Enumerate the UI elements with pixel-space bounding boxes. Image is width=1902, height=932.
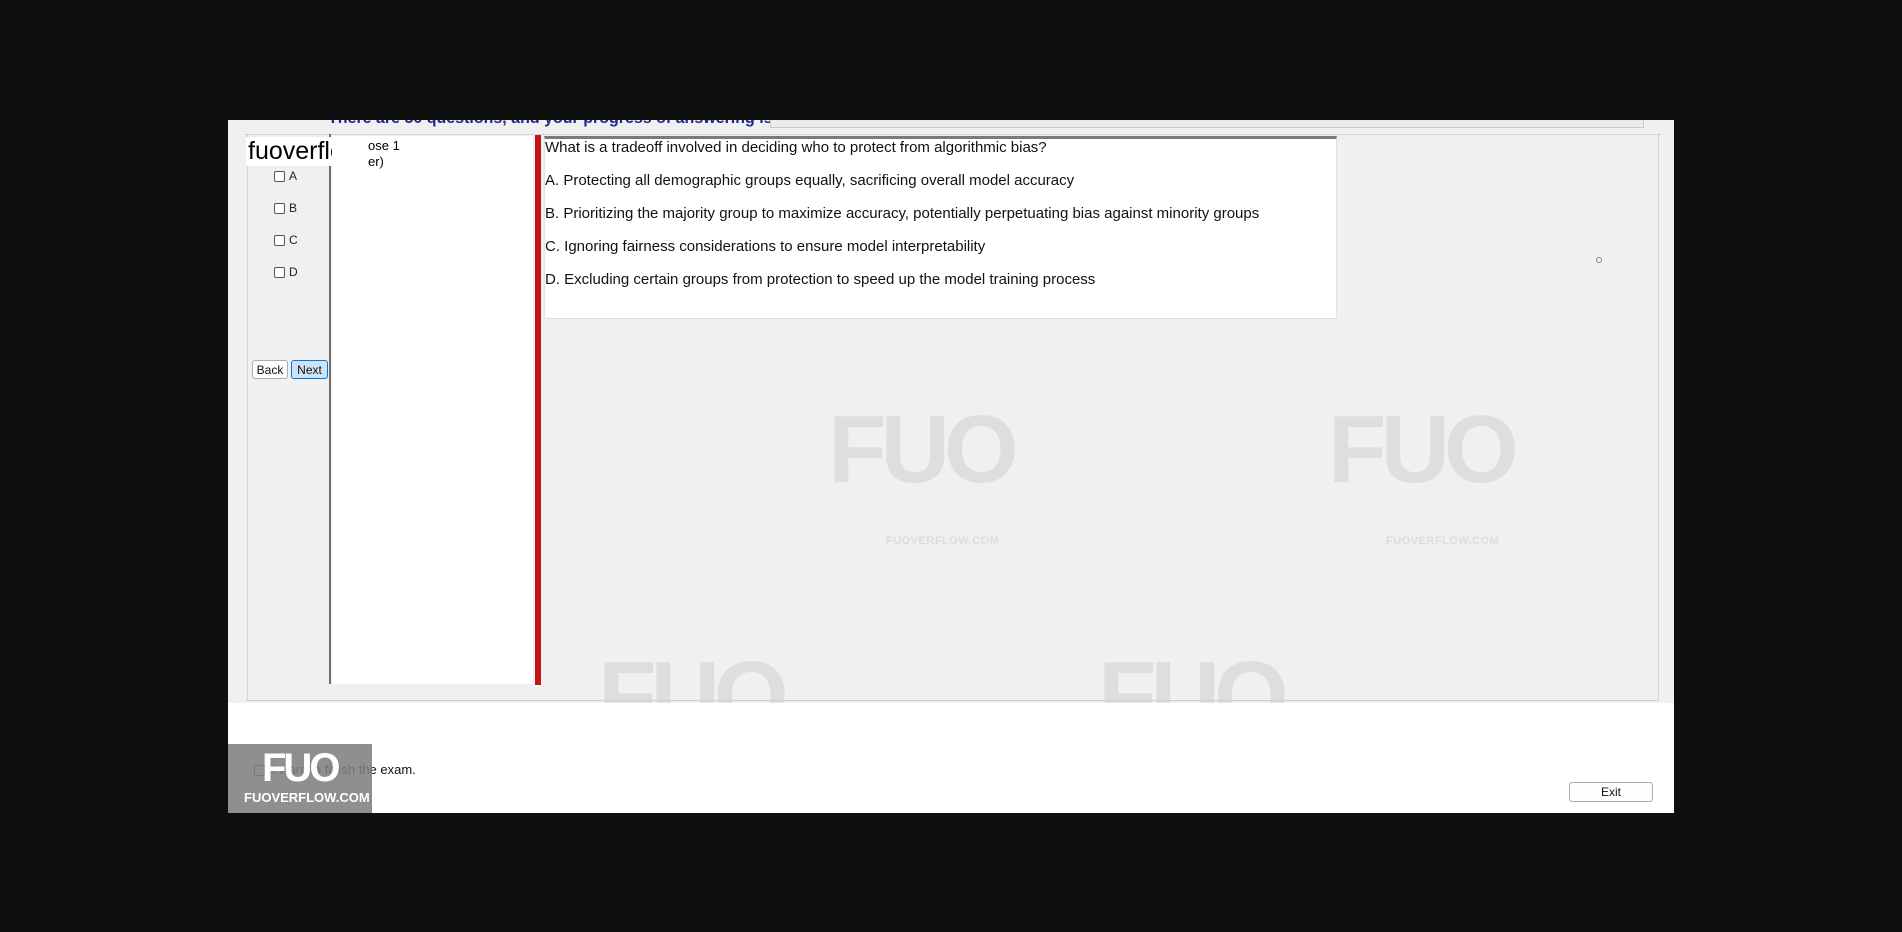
choice-d: D. Excluding certain groups from protect… [545, 271, 1096, 288]
watermark-mark: FUO [1328, 396, 1519, 503]
next-button[interactable]: Next [291, 360, 328, 379]
question-box [544, 136, 1337, 319]
answer-panel [247, 134, 331, 684]
answer-option-b[interactable]: B [274, 201, 297, 215]
choice-c: C. Ignoring fairness considerations to e… [545, 238, 986, 255]
checkbox[interactable] [274, 234, 285, 246]
question-info-line: ose 1 [368, 138, 400, 153]
logo-text: FUOVERFLOW.COM [244, 790, 370, 805]
panel-separator [535, 135, 541, 685]
exit-button[interactable]: Exit [1569, 782, 1653, 802]
checkbox[interactable] [274, 266, 285, 278]
answer-option-c[interactable]: C [274, 233, 298, 247]
question-text: What is a tradeoff involved in deciding … [545, 139, 1047, 156]
watermark-mark: FUO [828, 396, 1019, 503]
logo-mark: FUO [262, 746, 340, 790]
question-info-line: er) [368, 154, 384, 169]
checkbox[interactable] [274, 202, 285, 214]
back-button[interactable]: Back [252, 360, 288, 379]
option-label: A [289, 169, 298, 183]
answer-option-d[interactable]: D [274, 265, 298, 279]
answer-option-a[interactable]: A [274, 169, 297, 183]
question-info-panel: ose 1 er) [332, 136, 533, 684]
logo: FUO FUOVERFLOW.COM [228, 744, 372, 813]
progress-label: There are 50 questions, and your progres… [328, 120, 773, 128]
option-label: C [289, 233, 298, 247]
footer [228, 703, 1674, 813]
option-label: D [289, 265, 298, 279]
choice-b: B. Prioritizing the majority group to ma… [545, 205, 1260, 222]
checkbox[interactable] [274, 170, 285, 182]
watermark-text: FUOVERFLOW.COM [886, 535, 1000, 547]
progress-bar [770, 120, 1644, 128]
choice-a: A. Protecting all demographic groups equ… [545, 172, 1075, 189]
radio-indicator [1596, 257, 1602, 263]
watermark-text: FUOVERFLOW.COM [1386, 535, 1500, 547]
exam-window: There are 50 questions, and your progres… [228, 120, 1674, 813]
divider [246, 700, 1656, 701]
option-label: B [289, 201, 298, 215]
